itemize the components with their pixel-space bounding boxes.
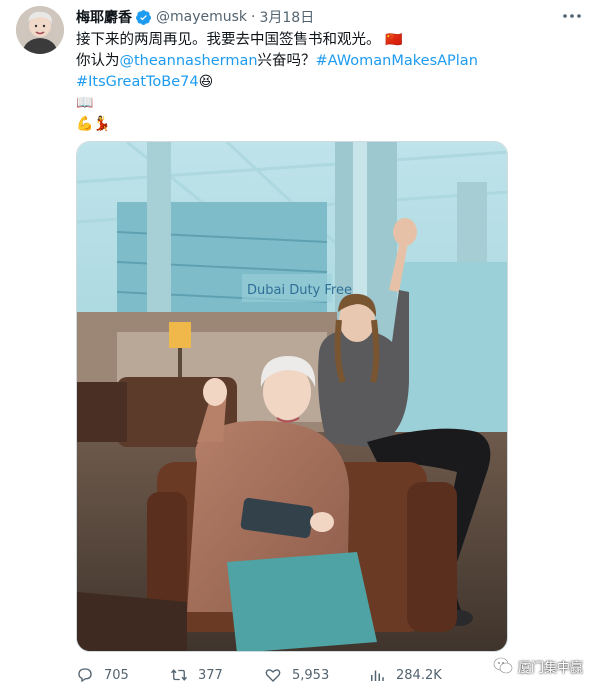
avatar[interactable] — [16, 6, 64, 54]
tweet-text-line1: 接下来的两周再见。我要去中国签售书和观光。 — [76, 32, 381, 48]
tweet-header: 梅耶麝香 @mayemusk · 3月18日 — [76, 7, 314, 27]
views-button[interactable]: 284.2K — [368, 662, 442, 688]
book-emoji-icon: 📖 — [76, 95, 94, 111]
heart-icon — [265, 669, 281, 682]
airport-lounge-photo: Dubai Duty Free — [77, 142, 507, 651]
retweet-button[interactable]: 377 — [170, 662, 223, 688]
hashtag-link-itsgreattobe74[interactable]: #ItsGreatToBe74 — [76, 74, 199, 90]
mention-link[interactable]: @theannasherman — [120, 53, 258, 69]
sign-text: Dubai Duty Free — [247, 283, 352, 298]
hashtag-link-awomanmakesaplan[interactable]: #AWomanMakesAPlan — [316, 53, 478, 69]
verified-badge-icon — [136, 9, 151, 25]
tweet-text-line2-prefix: 你认为 — [76, 53, 120, 69]
more-options-icon[interactable] — [561, 8, 583, 24]
like-count: 5,953 — [292, 667, 330, 683]
tweet-line-3: #ItsGreatToBe74😆 — [76, 72, 576, 93]
author-name[interactable]: 梅耶麝香 — [76, 7, 132, 27]
tweet-line-5: 💪💃 — [76, 114, 576, 135]
tweet-card[interactable]: 梅耶麝香 @mayemusk · 3月18日 接下来的两周再见。我要去中国签售书… — [0, 0, 597, 694]
muscle-dancer-emoji-icon: 💪💃 — [76, 116, 111, 132]
reply-icon — [78, 668, 92, 683]
tweet-line-2: 你认为@theannasherman兴奋吗？#AWomanMakesAPlan — [76, 51, 576, 72]
retweet-icon — [170, 669, 188, 681]
retweet-count: 377 — [198, 667, 223, 683]
tweet-line-1: 接下来的两周再见。我要去中国签售书和观光。 🇨🇳 — [76, 30, 576, 51]
reply-count: 705 — [104, 667, 129, 683]
view-count: 284.2K — [396, 667, 442, 683]
separator: · — [251, 9, 256, 25]
author-handle[interactable]: @mayemusk — [156, 9, 247, 25]
reply-button[interactable]: 705 — [76, 662, 129, 688]
tweet-text: 接下来的两周再见。我要去中国签售书和观光。 🇨🇳 你认为@theannasher… — [76, 30, 576, 135]
views-chart-icon — [371, 670, 384, 681]
laughing-emoji-icon: 😆 — [198, 74, 214, 90]
watermark-text: 厦门集中赢 — [517, 660, 583, 676]
like-button[interactable]: 5,953 — [264, 662, 329, 688]
tweet-line-4: 📖 — [76, 93, 576, 114]
tweet-photo[interactable]: Dubai Duty Free — [76, 141, 508, 652]
wechat-logo-icon — [493, 657, 513, 674]
tweet-date[interactable]: 3月18日 — [259, 7, 314, 27]
tweet-text-line2-mid: 兴奋吗？ — [257, 53, 316, 69]
watermark: 厦门集中赢 — [493, 656, 583, 676]
china-flag-icon: 🇨🇳 — [385, 32, 403, 48]
